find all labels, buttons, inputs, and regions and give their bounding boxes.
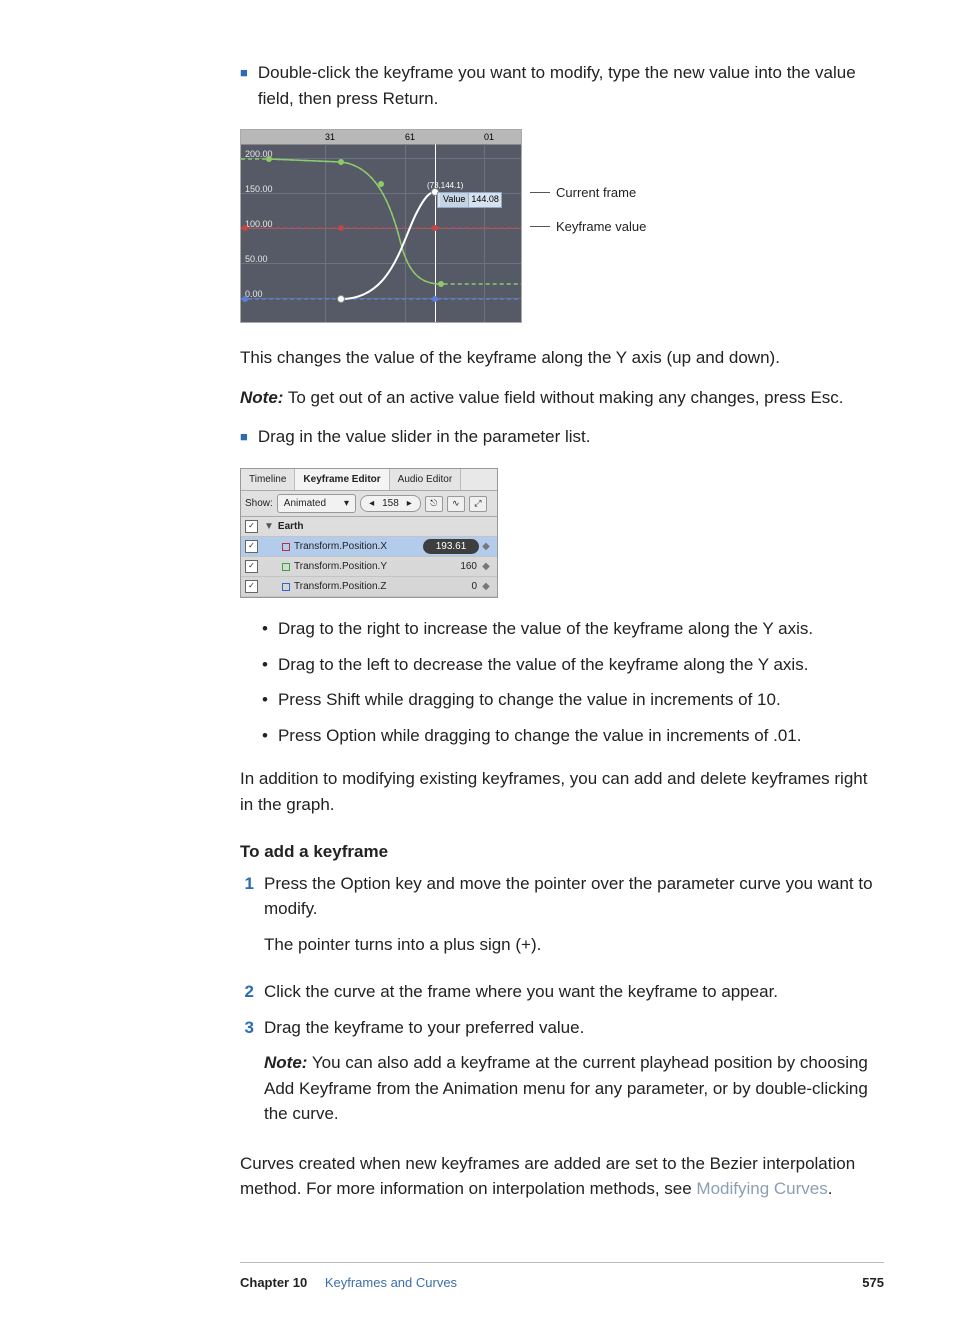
disclosure-triangle-icon: ▼ — [264, 519, 274, 534]
figure-curve-editor: 31 61 01 200.00 150.00 100.00 50.00 0.00 — [240, 129, 884, 323]
note-text: To get out of an active value field with… — [283, 388, 843, 407]
color-swatch-green — [282, 563, 290, 571]
paragraph-text: . — [828, 1179, 833, 1198]
param-value: 193.61 — [423, 539, 479, 554]
sub-bullet-list: • Drag to the right to increase the value… — [240, 616, 884, 748]
value-field: 144.08 — [471, 193, 499, 207]
fit-icon: ⤢ — [469, 496, 487, 512]
param-name: Transform.Position.Y — [294, 559, 429, 574]
bullet-text: Drag in the value slider in the paramete… — [258, 424, 591, 450]
ruler-tick: 61 — [405, 131, 415, 145]
param-row: ✓ Transform.Position.Z 0 ◆ — [241, 577, 497, 597]
timeline-ruler: 31 61 01 — [241, 130, 521, 145]
toolbar: Show: Animated ▾ ◂ 158 ▸ ⎋ ∿ ⤢ — [241, 491, 497, 517]
param-row-group: ✓ ▼ Earth — [241, 517, 497, 537]
checkbox-icon: ✓ — [245, 580, 258, 593]
step-item: 1 Press the Option key and move the poin… — [240, 871, 884, 972]
checkbox-icon: ✓ — [245, 560, 258, 573]
bullet-item: ■ Double-click the keyframe you want to … — [240, 60, 884, 111]
sub-bullet-text: Drag to the left to decrease the value o… — [278, 652, 808, 678]
coordinate-readout: (73,144.1) — [427, 180, 463, 192]
paragraph: This changes the value of the keyframe a… — [240, 345, 884, 371]
ruler-tick: 31 — [325, 131, 335, 145]
curve-editor-screenshot: 31 61 01 200.00 150.00 100.00 50.00 0.00 — [240, 129, 522, 323]
tab-keyframe-editor: Keyframe Editor — [295, 469, 389, 490]
step-text: Press the Option key and move the pointe… — [264, 871, 884, 922]
sub-bullet-text: Drag to the right to increase the value … — [278, 616, 813, 642]
sub-bullet-marker: • — [262, 616, 268, 642]
keyframe-diamond-icon: ◆ — [479, 539, 493, 554]
color-swatch-red — [282, 543, 290, 551]
step-number: 3 — [240, 1015, 254, 1141]
show-label: Show: — [245, 496, 273, 511]
curve-icon: ∿ — [447, 496, 465, 512]
curves-svg — [241, 144, 521, 322]
chapter-title: Keyframes and Curves — [325, 1275, 457, 1290]
step-number: 2 — [240, 979, 254, 1005]
sub-bullet-text: Press Shift while dragging to change the… — [278, 687, 781, 713]
step-subtext: The pointer turns into a plus sign (+). — [264, 932, 884, 958]
sub-bullet-marker: • — [262, 687, 268, 713]
sub-bullet-marker: • — [262, 723, 268, 749]
page-footer: Chapter 10 Keyframes and Curves 575 — [240, 1262, 884, 1293]
sub-bullet-marker: • — [262, 652, 268, 678]
snapshot-icon: ⎋ — [425, 496, 443, 512]
frame-value: 158 — [378, 496, 403, 511]
param-value: 160 — [429, 559, 479, 574]
note-paragraph: Note: You can also add a keyframe at the… — [264, 1050, 884, 1127]
paragraph: In addition to modifying existing keyfra… — [240, 766, 884, 817]
paragraph: Curves created when new keyframes are ad… — [240, 1151, 884, 1202]
show-select-value: Animated — [284, 496, 326, 511]
heading-add-keyframe: To add a keyframe — [240, 839, 884, 865]
bullet-marker: ■ — [240, 424, 248, 450]
keyframe-diamond-icon: ◆ — [479, 559, 493, 574]
link-modifying-curves[interactable]: Modifying Curves — [696, 1179, 827, 1198]
value-label: Value — [440, 193, 469, 207]
show-select: Animated ▾ — [277, 494, 356, 513]
figure-parameter-list: Timeline Keyframe Editor Audio Editor Sh… — [240, 468, 498, 598]
tabs: Timeline Keyframe Editor Audio Editor — [241, 469, 497, 491]
param-value: 0 — [429, 579, 479, 594]
note-label: Note: — [240, 388, 283, 407]
callout-keyframe-value: Keyframe value — [556, 217, 646, 237]
chevron-right-icon: ▸ — [403, 496, 416, 511]
chevron-left-icon: ◂ — [365, 496, 378, 511]
ruler-tick: 01 — [484, 131, 494, 145]
param-row: ✓ Transform.Position.Y 160 ◆ — [241, 557, 497, 577]
note-paragraph: Note: To get out of an active value fiel… — [240, 385, 884, 411]
step-text: Drag the keyframe to your preferred valu… — [264, 1015, 884, 1041]
param-name: Transform.Position.X — [294, 539, 423, 554]
param-name: Transform.Position.Z — [294, 579, 429, 594]
callout-current-frame: Current frame — [556, 183, 636, 203]
chevron-down-icon: ▾ — [344, 496, 349, 511]
figure-callouts: Current frame Keyframe value — [530, 129, 646, 236]
note-text: You can also add a keyframe at the curre… — [264, 1053, 868, 1123]
step-item: 2 Click the curve at the frame where you… — [240, 979, 884, 1005]
step-item: 3 Drag the keyframe to your preferred va… — [240, 1015, 884, 1141]
note-label: Note: — [264, 1053, 307, 1072]
page-number: 575 — [862, 1273, 884, 1293]
bullet-marker: ■ — [240, 60, 248, 111]
keyframe-diamond-icon: ◆ — [479, 579, 493, 594]
param-name: Earth — [278, 519, 493, 534]
tab-timeline: Timeline — [241, 469, 295, 490]
tab-audio-editor: Audio Editor — [390, 469, 461, 490]
step-text: Click the curve at the frame where you w… — [264, 979, 778, 1005]
checkbox-icon: ✓ — [245, 520, 258, 533]
value-input-box: Value 144.08 — [437, 192, 502, 208]
sub-bullet-text: Press Option while dragging to change th… — [278, 723, 802, 749]
param-row: ✓ Transform.Position.X 193.61 ◆ — [241, 537, 497, 557]
color-swatch-blue — [282, 583, 290, 591]
chapter-label: Chapter 10 — [240, 1275, 307, 1290]
step-number: 1 — [240, 871, 254, 972]
frame-stepper: ◂ 158 ▸ — [360, 495, 421, 512]
bullet-item: ■ Drag in the value slider in the parame… — [240, 424, 884, 450]
bullet-text: Double-click the keyframe you want to mo… — [258, 60, 884, 111]
checkbox-icon: ✓ — [245, 540, 258, 553]
